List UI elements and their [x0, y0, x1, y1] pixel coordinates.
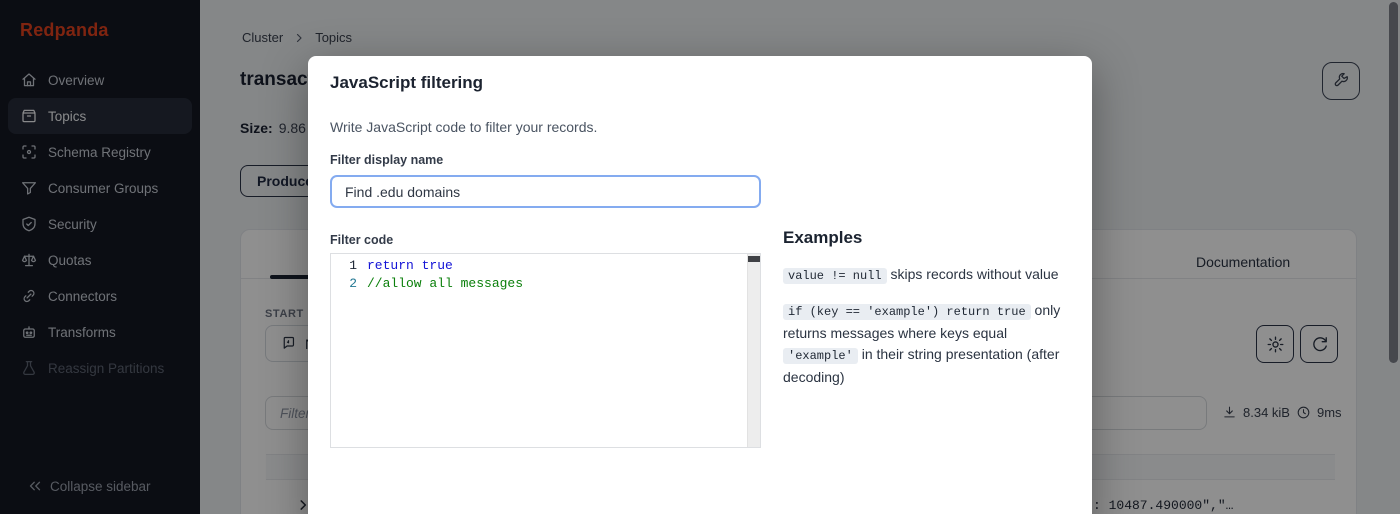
- dialog-title: JavaScript filtering: [330, 73, 483, 93]
- examples-heading: Examples: [783, 228, 1075, 248]
- code-token: return true: [367, 258, 453, 273]
- filter-display-name-input[interactable]: [330, 175, 761, 208]
- dialog-description: Write JavaScript code to filter your rec…: [330, 119, 597, 135]
- code-chip: value != null: [783, 268, 887, 284]
- code-chip: if (key == 'example') return true: [783, 304, 1031, 320]
- text-segment: skips records without value: [887, 266, 1059, 282]
- examples-section: Examples value != null skips records wit…: [783, 228, 1075, 401]
- javascript-filtering-dialog: JavaScript filtering Write JavaScript co…: [308, 56, 1092, 514]
- editor-scrollbar[interactable]: [747, 254, 760, 447]
- line-number: 1: [331, 258, 367, 273]
- editor-scrollbar-thumb[interactable]: [748, 256, 761, 262]
- code-lines: 1return true2//allow all messages: [331, 256, 746, 293]
- filter-code-label: Filter code: [330, 233, 393, 247]
- example-item: value != null skips records without valu…: [783, 264, 1075, 287]
- code-line[interactable]: 1return true: [331, 256, 746, 275]
- line-number: 2: [331, 276, 367, 291]
- code-chip: 'example': [783, 348, 858, 364]
- filter-code-editor[interactable]: 1return true2//allow all messages: [330, 253, 761, 448]
- code-text: //allow all messages: [367, 276, 523, 291]
- code-line[interactable]: 2//allow all messages: [331, 275, 746, 294]
- code-text: return true: [367, 258, 453, 273]
- example-item: if (key == 'example') return true only r…: [783, 300, 1075, 388]
- examples-list: value != null skips records without valu…: [783, 264, 1075, 388]
- code-token: //allow all messages: [367, 276, 523, 291]
- filter-display-name-label: Filter display name: [330, 153, 443, 167]
- page-scrollbar[interactable]: [1389, 2, 1398, 363]
